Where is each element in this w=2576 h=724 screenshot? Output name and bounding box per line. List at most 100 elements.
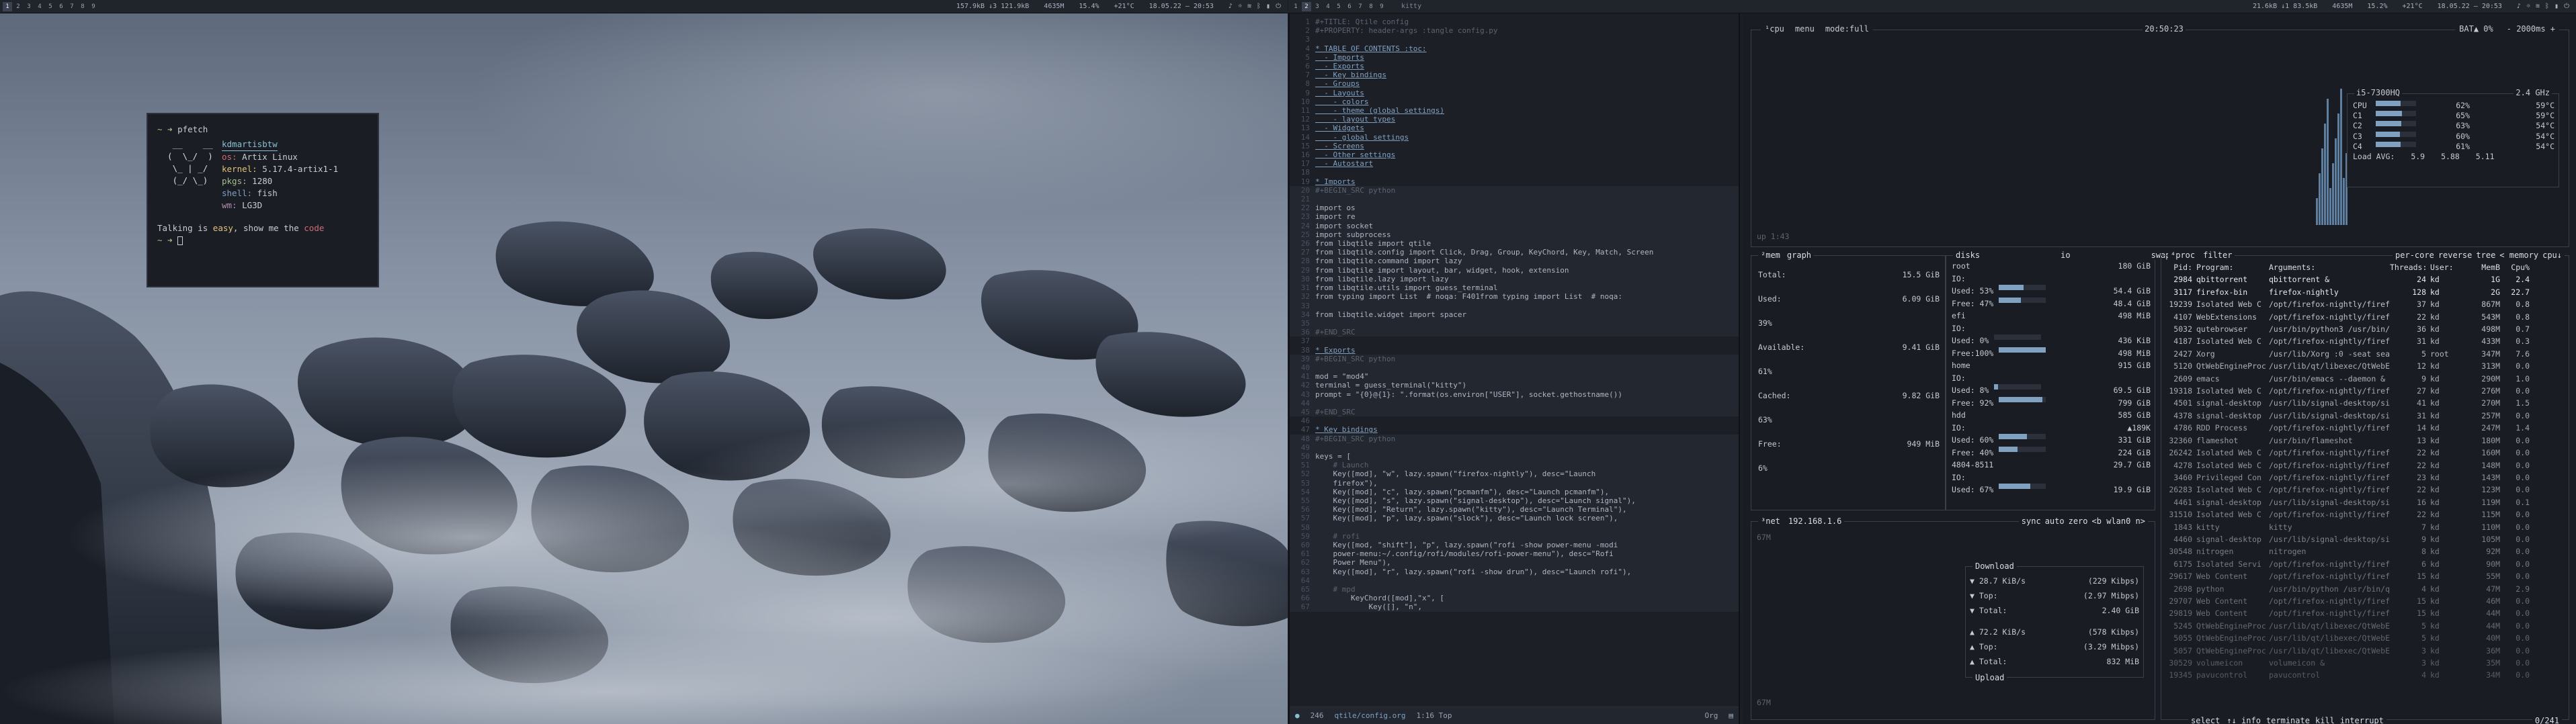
power-icon[interactable]: ⏻: [2564, 3, 2569, 10]
proc-footer-control[interactable]: kill: [2315, 716, 2335, 724]
proc-row[interactable]: 5057 QtWebEngineProc/usr/lib/qt/libexec/Q…: [2165, 645, 2566, 657]
proc-row[interactable]: 4378 signal-desktop/usr/lib/signal-deskto…: [2165, 410, 2566, 422]
btop-monitor-window[interactable]: ¹cpu menu mode:full 20:50:23 BAT▲ 0% - 200…: [1743, 13, 2576, 724]
proc-row[interactable]: 4786 RDD Process/opt/firefox-nightly/fire…: [2165, 422, 2566, 434]
volume-icon[interactable]: ♪: [1229, 3, 1233, 10]
refresh-rate-control[interactable]: - 2000ms +: [2504, 24, 2557, 34]
proc-row[interactable]: 4461 signal-desktop/usr/lib/signal-deskto…: [2165, 496, 2566, 508]
workspace-6[interactable]: 6: [1345, 2, 1354, 11]
proc-control[interactable]: cpu↓: [2542, 251, 2562, 260]
proc-row[interactable]: 30529 volumeicon volumeicon & 3 kd 35M 0.0: [2165, 657, 2566, 669]
proc-row[interactable]: 19239 Isolated Web C/opt/firefox-nightly/…: [2165, 298, 2566, 310]
workspace-9[interactable]: 9: [1377, 2, 1386, 11]
proc-row[interactable]: 2984 qbittorrent qbittorrent & 24 kd 1G 2.4: [2165, 273, 2566, 285]
net-control[interactable]: sync: [2022, 516, 2041, 526]
bluetooth-icon[interactable]: ᛒ: [2545, 3, 2549, 10]
proc-row[interactable]: 19318 Isolated Web C/opt/firefox-nightly/…: [2165, 385, 2566, 397]
proc-footer-control[interactable]: ↑↓ info: [2227, 716, 2261, 724]
pfetch-terminal-window[interactable]: ~ ➜ pfetch __ __ ( \_/ ) \_ | _/ (_/ \_)…: [147, 113, 379, 287]
proc-row[interactable]: 6175 Isolated Servi/opt/firefox-nightly/f…: [2165, 558, 2566, 570]
workspace-4[interactable]: 4: [1323, 2, 1333, 11]
proc-header[interactable]: User:: [2430, 261, 2457, 273]
power-icon[interactable]: ⏻: [1276, 3, 1281, 10]
mem-graph-toggle[interactable]: graph: [1787, 251, 1811, 260]
brightness-icon[interactable]: ☼: [2526, 3, 2530, 10]
proc-row[interactable]: 5032 qutebrowser/usr/bin/python3 /usr/bin…: [2165, 323, 2566, 335]
proc-footer-control[interactable]: terminate: [2266, 716, 2310, 724]
proc-row[interactable]: 29819 Web Content/opt/firefox-nightly/fir…: [2165, 607, 2566, 619]
proc-row[interactable]: 2427 Xorg/usr/lib/Xorg :0 -seat sea 5 root 3…: [2165, 348, 2566, 360]
proc-row[interactable]: 26242 Isolated Web C/opt/firefox-nightly/…: [2165, 447, 2566, 459]
proc-row[interactable]: 4501 signal-desktop/usr/lib/signal-deskto…: [2165, 397, 2566, 409]
net-control[interactable]: zero: [2069, 516, 2088, 526]
proc-control[interactable]: tree: [2476, 251, 2495, 260]
workspace-9[interactable]: 9: [89, 2, 98, 11]
mem-label[interactable]: ²mem: [1761, 251, 1780, 260]
proc-row[interactable]: 30548 nitrogen nitrogen 8 kd 92M 0.0: [2165, 545, 2566, 557]
proc-footer-control[interactable]: interrupt: [2340, 716, 2384, 724]
proc-row[interactable]: 2698 python/usr/bin/python /usr/bin/q 4 kd 4…: [2165, 583, 2566, 595]
menu-icon[interactable]: ▤: [1729, 711, 1733, 720]
workspace-5[interactable]: 5: [46, 2, 55, 11]
workspace-2[interactable]: 2: [1302, 1, 1311, 11]
workspace-6[interactable]: 6: [56, 2, 66, 11]
proc-control[interactable]: reverse: [2438, 251, 2473, 260]
workspace-8[interactable]: 8: [78, 2, 87, 11]
net-control[interactable]: auto: [2045, 516, 2065, 526]
cpu-box-label[interactable]: menu: [1792, 24, 1817, 34]
core-temp: 54°C: [2536, 141, 2554, 151]
proc-row[interactable]: 5245 QtWebEngineProc/usr/lib/qt/libexec/Q…: [2165, 620, 2566, 632]
workspace-4[interactable]: 4: [35, 2, 44, 11]
proc-filter-input[interactable]: filter: [2203, 251, 2232, 260]
proc-cell: WebExtensions: [2196, 312, 2257, 322]
workspace-8[interactable]: 8: [1366, 2, 1376, 11]
cpu-box-label[interactable]: ¹cpu: [1763, 24, 1786, 34]
proc-header[interactable]: Pid:: [2165, 261, 2196, 273]
proc-header[interactable]: Cpu%: [2504, 261, 2534, 273]
volume-icon[interactable]: ♪: [2517, 3, 2521, 10]
editor-buffer[interactable]: 1 #+TITLE: Qtile config 2 #+PROPERTY: heade…: [1290, 17, 1739, 704]
brightness-icon[interactable]: ☼: [1238, 3, 1242, 10]
workspace-3[interactable]: 3: [1313, 2, 1322, 11]
proc-control[interactable]: per-core: [2395, 251, 2434, 260]
proc-header[interactable]: MemB: [2457, 261, 2504, 273]
io-toggle[interactable]: io: [2061, 251, 2070, 260]
proc-row[interactable]: 4187 Isolated Web C/opt/firefox-nightly/f…: [2165, 335, 2566, 347]
proc-row[interactable]: 3460 Privileged Con/opt/firefox-nightly/f…: [2165, 471, 2566, 484]
proc-header[interactable]: Program:: [2196, 261, 2269, 273]
proc-row[interactable]: 19345 pavucontrol pavucontrol 4 kd 34M 0.0: [2165, 669, 2566, 681]
workspace-5[interactable]: 5: [1334, 2, 1343, 11]
proc-row[interactable]: 4278 Isolated Web C/opt/firefox-nightly/f…: [2165, 459, 2566, 471]
proc-row[interactable]: 5120 QtWebEngineProc/usr/lib/qt/libexec/Q…: [2165, 360, 2566, 372]
proc-header[interactable]: Threads:: [2390, 261, 2430, 273]
proc-row[interactable]: 31510 Isolated Web C/opt/firefox-nightly/…: [2165, 508, 2566, 521]
battery-icon[interactable]: ▮: [2554, 3, 2559, 10]
proc-row[interactable]: 4107 WebExtensions/opt/firefox-nightly/fi…: [2165, 311, 2566, 323]
proc-row[interactable]: 5055 QtWebEngineProc/usr/lib/qt/libexec/Q…: [2165, 632, 2566, 644]
proc-row[interactable]: 2609 emacs/usr/bin/emacs --daemon & 9 kd 290…: [2165, 373, 2566, 385]
proc-control[interactable]: < memory: [2499, 251, 2538, 260]
proc-row[interactable]: 3117 firefox-bin firefox-nightly 128 kd 2G 22.…: [2165, 286, 2566, 298]
proc-row[interactable]: 32360 flameshot/usr/bin/flameshot 13 kd 180M…: [2165, 435, 2566, 447]
net-widget: 21.6kB ↓1 83.5kB: [2252, 3, 2318, 10]
wifi-icon[interactable]: ≋: [2536, 3, 2540, 10]
wifi-icon[interactable]: ≋: [1247, 3, 1251, 10]
proc-row[interactable]: 29707 Web Content/opt/firefox-nightly/fir…: [2165, 595, 2566, 607]
proc-row[interactable]: 4460 signal-desktop/usr/lib/signal-deskto…: [2165, 533, 2566, 545]
cpu-box-label[interactable]: mode:full: [1823, 24, 1871, 34]
proc-row[interactable]: 26283 Isolated Web C/opt/firefox-nightly/…: [2165, 484, 2566, 496]
proc-row[interactable]: 29617 Web Content/opt/firefox-nightly/fir…: [2165, 570, 2566, 582]
emacs-editor-window[interactable]: 1 #+TITLE: Qtile config 2 #+PROPERTY: heade…: [1288, 13, 1740, 724]
workspace-1[interactable]: 1: [1291, 2, 1300, 11]
workspace-7[interactable]: 7: [1356, 2, 1365, 11]
workspace-7[interactable]: 7: [67, 2, 77, 11]
process-table[interactable]: Pid: Program: Arguments: Threads: User: MemB C…: [2165, 261, 2566, 682]
workspace-1[interactable]: 1: [3, 1, 12, 11]
workspace-3[interactable]: 3: [24, 2, 34, 11]
workspace-2[interactable]: 2: [13, 2, 23, 11]
proc-row[interactable]: 1843 kitty kitty 7 kd 110M 0.0: [2165, 521, 2566, 533]
battery-icon[interactable]: ▮: [1266, 3, 1270, 10]
net-control[interactable]: <b wlan0 n>: [2092, 516, 2145, 526]
bluetooth-icon[interactable]: ᛒ: [1257, 3, 1261, 10]
proc-header[interactable]: Arguments:: [2269, 261, 2390, 273]
